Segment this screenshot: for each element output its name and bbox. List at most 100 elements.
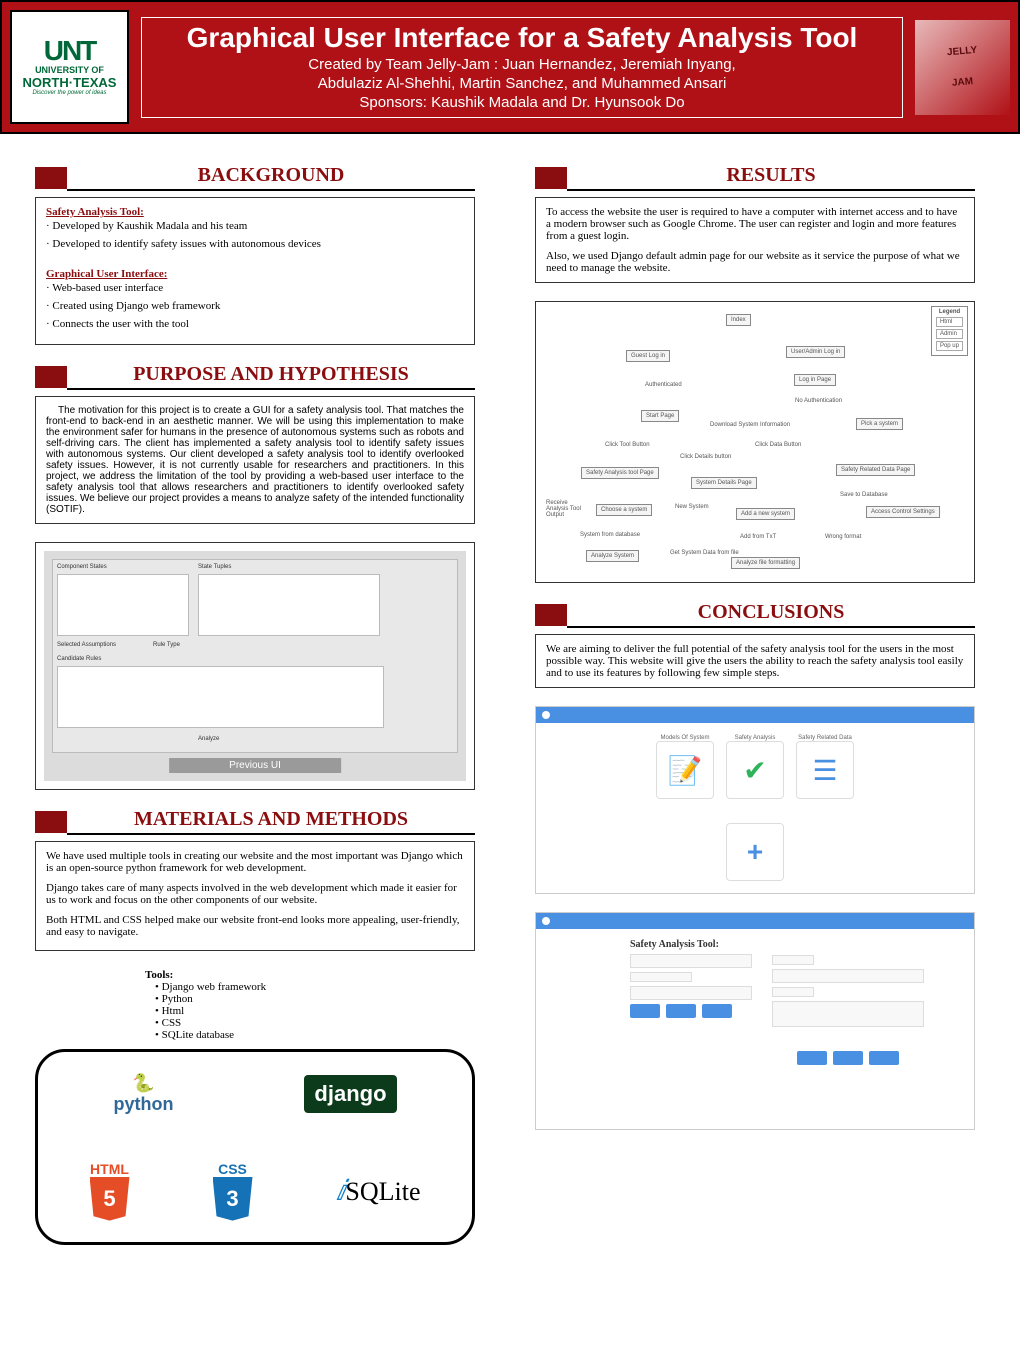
bg-h2: Graphical User Interface: [46,268,464,280]
fc-useradmin: User/Admin Log in [786,346,845,358]
conclusions-title: CONCLUSIONS [567,601,975,628]
materials-box: We have used multiple tools in creating … [35,841,475,951]
form-buttons-row [630,1004,752,1018]
team-logo: JELLY JAM [915,20,1010,115]
avatar-icon [542,917,550,925]
conclusions-box: We are aiming to deliver the full potent… [535,634,975,688]
html5-logo: HTML 5 [90,1161,130,1221]
fc-sysdetails: System Details Page [691,477,757,489]
fc-newsys: New System [671,502,713,512]
fc-guest: Guest Log in [626,350,670,362]
tool-item: • Html [155,1005,475,1017]
bg-l4: · Created using Django web framework [46,300,464,312]
tool-item: • SQLite database [155,1029,475,1041]
form-btn [630,1004,660,1018]
tools-list: • Django web framework • Python • Html •… [155,981,475,1041]
python-logo: 🐍python [113,1073,173,1115]
team-logo-bottom: JAM [951,76,973,89]
fc-addtxt: Add from TxT [736,532,780,542]
form-title: Safety Analysis Tool: [630,939,752,950]
form-label [772,987,814,997]
fc-save: Save to Database [836,490,892,500]
red-accent [535,167,567,189]
purpose-title: PURPOSE AND HYPOTHESIS [67,363,475,390]
ui-mock-form: Safety Analysis Tool: [535,912,975,1130]
poster-sponsors: Sponsors: Kaushik Madala and Dr. Hyunsoo… [150,94,894,111]
results-p2: Also, we used Django default admin page … [546,250,964,274]
fc-clickdetails: Click Details button [676,452,735,462]
tech-logos: 🐍python django HTML 5 CSS 3 ⅈSQLite [35,1049,475,1245]
red-accent [35,167,67,189]
fc-download: Download System Information [706,420,794,430]
avatar-icon [542,711,550,719]
fc-auth: Authenticated [641,380,686,390]
card-label: Safety Analysis [726,735,784,741]
poster-body: BACKGROUND Safety Analysis Tool: · Devel… [0,134,1020,1275]
logo-line3: NORTH·TEXAS [23,75,117,90]
background-box: Safety Analysis Tool: · Developed by Kau… [35,197,475,345]
fc-start: Start Page [641,410,679,422]
html5-label: HTML [90,1161,129,1177]
html5-shield-icon: 5 [90,1177,130,1221]
check-icon: ✔ [726,741,784,799]
plus-icon: + [726,823,784,881]
form-input [630,972,692,982]
purpose-header: PURPOSE AND HYPOTHESIS [35,363,475,390]
poster-authors-2: Abdulaziz Al-Shehhi, Martin Sanchez, and… [150,75,894,92]
results-header: RESULTS [535,164,975,191]
tool-item: • Python [155,993,475,1005]
fc-srdata: Safety Related Data Page [836,464,915,476]
form-buttons-row [772,1051,924,1065]
fc-clicktool: Click Tool Button [601,440,654,450]
card-label: Models Of System [656,735,714,741]
results-p1: To access the website the user is requir… [546,206,964,242]
materials-title: MATERIALS AND METHODS [67,808,475,835]
red-accent [535,604,567,626]
form-left: Safety Analysis Tool: [630,939,752,1119]
materials-p1: We have used multiple tools in creating … [46,850,464,874]
legend-admin: Admin [936,329,963,339]
form-btn [869,1051,899,1065]
poster-header: UNT UNIVERSITY OF NORTH·TEXAS Discover t… [0,0,1020,134]
previous-ui-caption: Previous UI [169,758,341,773]
bg-l2: · Developed to identify safety issues wi… [46,238,464,250]
materials-p3: Both HTML and CSS helped make our websit… [46,914,464,938]
python-label: python [113,1094,173,1114]
logo-tagline: Discover the power of ideas [32,90,106,96]
logo-line2: UNIVERSITY OF [35,65,104,75]
tool-item: • CSS [155,1017,475,1029]
materials-header: MATERIALS AND METHODS [35,808,475,835]
legend-title: Legend [936,309,963,315]
ui-mock-topbar [536,707,974,723]
fc-satool: Safety Analysis tool Page [581,467,659,479]
form-label [772,955,814,965]
previous-ui-image: Component States State Tuples Selected A… [44,551,466,781]
django-logo: django [304,1075,396,1113]
sqlite-logo: ⅈSQLite [336,1174,421,1208]
sqlite-label: SQLite [345,1177,420,1206]
ui-mock-dashboard: Models Of System 📝 Safety Analysis ✔ Saf… [535,706,975,894]
flowchart-figure: Legend Html Admin Pop up Index Guest Log… [535,301,975,583]
fc-analyzefile: Analyze file formatting [731,557,800,569]
bg-l1: · Developed by Kaushik Madala and his te… [46,220,464,232]
card-safety-data: Safety Related Data ☰ [796,735,854,799]
bg-h1: Safety Analysis Tool: [46,206,464,218]
tools-header: Tools: [145,969,475,981]
fc-pick: Pick a system [856,418,903,430]
fc-access: Access Control Settings [866,506,940,518]
bg-l5: · Connects the user with the tool [46,318,464,330]
document-icon: 📝 [656,741,714,799]
css3-shield-icon: 3 [213,1177,253,1221]
unt-logo: UNT UNIVERSITY OF NORTH·TEXAS Discover t… [10,10,129,124]
fc-output: Receive Analysis Tool Output [542,498,590,520]
fc-index: Index [726,314,751,326]
poster-authors-1: Created by Team Jelly-Jam : Juan Hernand… [150,56,894,73]
form-btn [666,1004,696,1018]
left-column: BACKGROUND Safety Analysis Tool: · Devel… [35,164,475,1245]
red-accent [35,811,67,833]
logo-text: UNT [44,38,96,63]
form-input [772,969,924,983]
team-logo-top: JELLY [947,45,978,59]
ui-mock-topbar [536,913,974,929]
fc-analyze: Analyze System [586,550,639,562]
